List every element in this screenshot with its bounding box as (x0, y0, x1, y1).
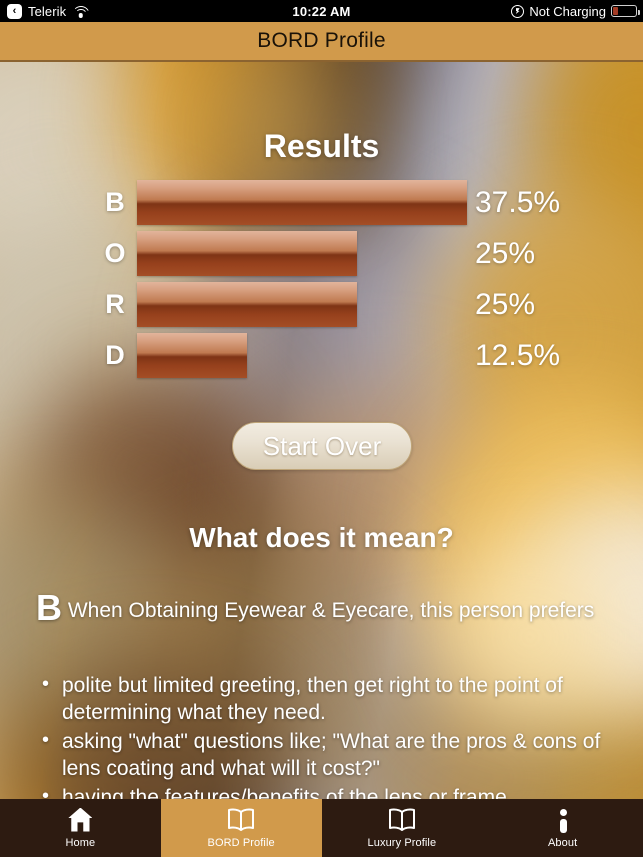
start-over-button[interactable]: Start Over (232, 422, 412, 470)
tab-bord-profile[interactable]: BORD Profile (160, 799, 322, 857)
tab-label: Luxury Profile (367, 836, 437, 849)
chart-bar (137, 180, 467, 225)
tab-label: About (548, 836, 578, 849)
tab-label: Home (65, 836, 96, 849)
chart-category-label: B (105, 187, 125, 217)
chart-row: B 37.5% (0, 180, 643, 225)
chart-category-label: O (104, 238, 126, 268)
chart-bar-track (137, 282, 467, 327)
chart-category-label: D (105, 340, 125, 370)
page-title: BORD Profile (257, 29, 386, 52)
navigation-bar: BORD Profile (0, 22, 643, 62)
bullet-item: polite but limited greeting, then get ri… (36, 671, 626, 726)
home-icon (65, 808, 95, 834)
tab-about[interactable]: About (482, 799, 643, 857)
chart-bar (137, 231, 357, 276)
content-area: Results B 37.5% O 25% R 25% D 12.5% Start Over … (0, 62, 643, 836)
what-does-it-mean-heading: What does it mean? (189, 522, 454, 553)
chart-category-label: R (105, 289, 125, 319)
profile-letter: B (36, 587, 62, 628)
chart-bar (137, 282, 357, 327)
explanation-paragraph: B When Obtaining Eyewear & Eyecare, this… (36, 590, 611, 626)
chart-value-label: 25% (475, 287, 536, 321)
chart-value-label: 37.5% (475, 185, 561, 219)
results-bar-chart: B 37.5% O 25% R 25% D 12.5% (0, 180, 643, 384)
tab-label: BORD Profile (207, 836, 275, 849)
chart-bar-track (137, 333, 467, 378)
chart-row: O 25% (0, 231, 643, 276)
tab-home[interactable]: Home (0, 799, 161, 857)
bullet-item: asking "what" questions like; "What are … (36, 727, 626, 782)
chart-row: R 25% (0, 282, 643, 327)
clock-label: 10:22 AM (292, 3, 351, 19)
app-root: ‹ Telerik 10:22 AM Not Charging BORD Pro… (0, 0, 643, 857)
battery-icon (611, 5, 640, 17)
chart-value-label: 25% (475, 236, 536, 270)
open-book-icon (387, 808, 417, 834)
chart-row: D 12.5% (0, 333, 643, 378)
open-book-icon (226, 808, 256, 834)
results-heading: Results (263, 128, 380, 164)
chart-value-label: 12.5% (475, 338, 561, 372)
tab-bar: Home BORD Profile Luxury Profile About (0, 799, 643, 857)
tab-luxury-profile[interactable]: Luxury Profile (322, 799, 483, 857)
info-icon (548, 808, 578, 834)
chart-bar (137, 333, 247, 378)
status-bar: ‹ Telerik 10:22 AM Not Charging (0, 0, 643, 22)
chart-bar-track (137, 180, 467, 225)
chart-bar-track (137, 231, 467, 276)
power-plug-icon (511, 4, 525, 18)
explanation-text: When Obtaining Eyewear & Eyecare, this p… (62, 599, 595, 622)
